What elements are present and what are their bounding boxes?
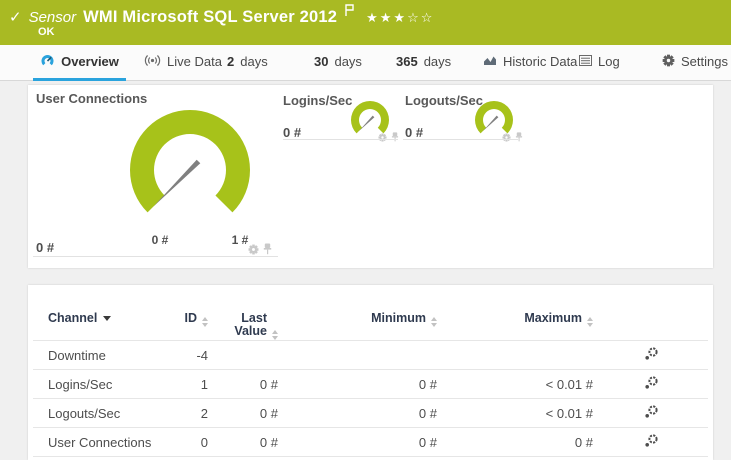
column-label: Maximum xyxy=(524,311,582,325)
channel-last-value: 0 # xyxy=(259,405,278,421)
tab-number: 2 xyxy=(227,54,235,69)
pin-icon[interactable] xyxy=(263,242,272,260)
column-label: Minimum xyxy=(371,311,426,325)
gauge-scale-min: 0 # xyxy=(151,233,169,247)
channel-minimum: 0 # xyxy=(418,434,437,450)
logins-value: 0 # xyxy=(283,125,302,140)
gauges-panel: User Connections 0 # 1 # 0 # Logins/Sec … xyxy=(28,85,713,268)
channel-name: Logouts/Sec xyxy=(48,405,121,421)
sort-caret-icon xyxy=(103,316,112,321)
column-label: Channel xyxy=(48,311,98,325)
live-signal-icon xyxy=(144,54,161,70)
channel-id: 0 xyxy=(200,434,208,450)
active-tab-underline xyxy=(33,78,126,81)
tab-settings[interactable]: Settings xyxy=(662,45,728,78)
sort-arrows-icon xyxy=(272,330,278,340)
tab-30-days[interactable]: 30 days xyxy=(314,45,362,78)
channel-maximum: < 0.01 # xyxy=(545,376,593,392)
column-label: Last Value xyxy=(234,311,267,338)
tab-label: days xyxy=(240,54,268,69)
table-row-user-connections: User Connections 0 0 # 0 # 0 # xyxy=(33,428,708,457)
priority-stars[interactable]: ★★★☆☆ xyxy=(366,10,434,26)
tab-label: Historic Data xyxy=(503,54,578,69)
user-connections-gauge xyxy=(130,110,250,213)
channel-maximum: 0 # xyxy=(574,434,593,450)
gauge-settings-gear-icon[interactable] xyxy=(248,242,259,260)
divider xyxy=(403,139,518,140)
gauge-settings-gear-icon[interactable] xyxy=(502,129,511,147)
tab-label: days xyxy=(334,54,362,69)
priority-flag-icon[interactable] xyxy=(344,3,355,22)
page-title: WMI Microsoft SQL Server 2012 xyxy=(83,7,338,26)
channel-settings-icon[interactable] xyxy=(643,346,659,365)
tab-historic-data[interactable]: Historic Data xyxy=(483,45,577,78)
channel-name: User Connections xyxy=(48,434,152,450)
channel-settings-icon[interactable] xyxy=(643,404,659,423)
tab-label: Settings xyxy=(681,54,728,69)
channel-id: -4 xyxy=(196,347,208,363)
channel-settings-icon[interactable] xyxy=(643,433,659,452)
column-header-maximum[interactable]: Maximum xyxy=(437,312,593,327)
gauge-title-logins: Logins/Sec xyxy=(283,93,353,108)
channel-name: Logins/Sec xyxy=(48,376,113,392)
sort-arrows-icon xyxy=(587,317,593,327)
table-row-logins: Logins/Sec 1 0 # 0 # < 0.01 # xyxy=(33,370,708,399)
gear-icon xyxy=(662,54,675,70)
status-badge: OK xyxy=(38,26,55,38)
object-kind-label: Sensor xyxy=(28,8,77,26)
channel-id: 2 xyxy=(200,405,208,421)
log-list-icon xyxy=(579,54,592,69)
channel-maximum: < 0.01 # xyxy=(545,405,593,421)
channel-minimum: 0 # xyxy=(418,405,437,421)
channel-table-panel: Channel ID Last Value Minimum Maximum Do… xyxy=(28,285,713,460)
column-header-id[interactable]: ID xyxy=(153,312,208,327)
column-header-minimum[interactable]: Minimum xyxy=(278,312,437,327)
tab-bar: Overview Live Data 2 days 30 days 365 da… xyxy=(0,45,731,81)
channel-last-value: 0 # xyxy=(259,376,278,392)
chart-icon xyxy=(483,54,497,69)
tab-number: 30 xyxy=(314,54,329,69)
channel-last-value: 0 # xyxy=(259,434,278,450)
logouts-value: 0 # xyxy=(405,125,424,140)
divider xyxy=(33,256,278,257)
user-connections-value: 0 # xyxy=(36,240,55,255)
channel-settings-icon[interactable] xyxy=(643,375,659,394)
tab-label: Overview xyxy=(61,54,119,69)
column-header-channel[interactable]: Channel xyxy=(33,312,153,324)
gauge-settings-gear-icon[interactable] xyxy=(378,129,387,147)
tab-overview[interactable]: Overview xyxy=(33,45,126,78)
channel-minimum: 0 # xyxy=(418,376,437,392)
tab-2-days[interactable]: 2 days xyxy=(227,45,268,78)
table-header-row: Channel ID Last Value Minimum Maximum xyxy=(33,285,708,341)
status-check-icon: ✓ xyxy=(9,8,22,26)
column-header-last-value[interactable]: Last Value xyxy=(208,312,278,340)
pin-icon[interactable] xyxy=(391,129,399,147)
divider xyxy=(283,139,398,140)
table-row-downtime: Downtime -4 xyxy=(33,341,708,370)
tab-live-data[interactable]: Live Data xyxy=(144,45,222,78)
table-row-logouts: Logouts/Sec 2 0 # 0 # < 0.01 # xyxy=(33,399,708,428)
tab-label: days xyxy=(423,54,452,69)
tab-log[interactable]: Log xyxy=(579,45,620,78)
tab-number: 365 xyxy=(396,54,418,69)
column-label: ID xyxy=(184,311,198,325)
tab-365-days[interactable]: 365 days xyxy=(396,45,451,78)
tab-label: Log xyxy=(598,54,620,69)
pin-icon[interactable] xyxy=(515,129,523,147)
channel-name: Downtime xyxy=(48,347,106,363)
sensor-header: ✓ Sensor WMI Microsoft SQL Server 2012 ★… xyxy=(0,0,731,45)
channel-id: 1 xyxy=(200,376,208,392)
gauge-icon xyxy=(40,53,55,71)
tab-label: Live Data xyxy=(167,54,222,69)
